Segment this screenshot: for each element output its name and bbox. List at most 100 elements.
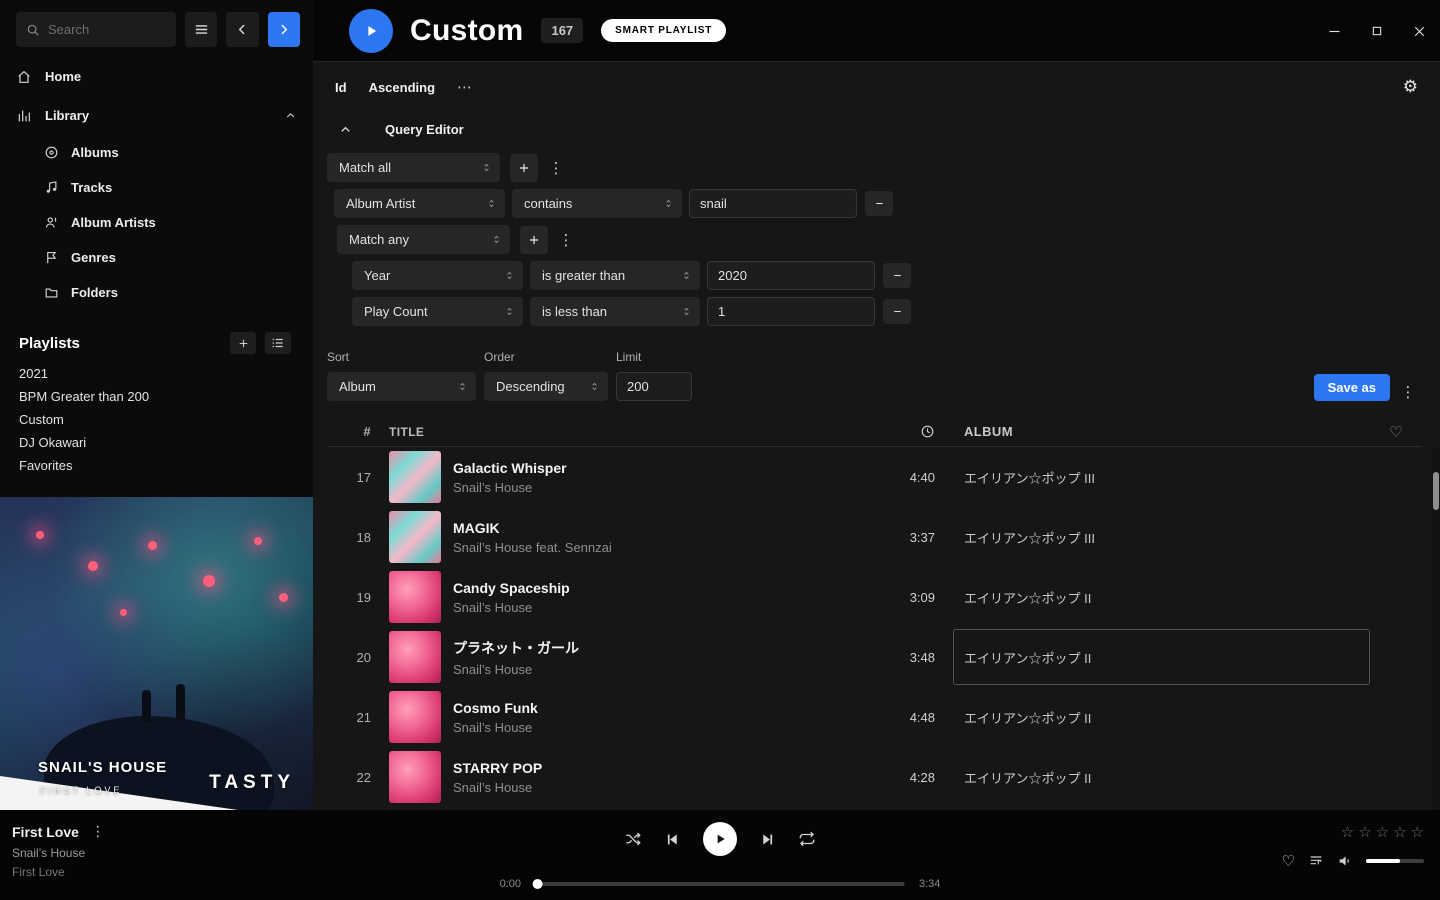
- group-menu-button[interactable]: ⋮: [558, 231, 574, 249]
- star-rating-5[interactable]: ☆: [1411, 823, 1424, 841]
- play-playlist-button[interactable]: [349, 9, 393, 53]
- table-row[interactable]: 17 Galactic Whisper Snail’s House 4:40 エ…: [327, 447, 1422, 507]
- rule-field-select[interactable]: Year: [352, 261, 523, 290]
- sort-field-button[interactable]: Id: [335, 80, 347, 95]
- star-rating-2[interactable]: ☆: [1358, 823, 1371, 841]
- previous-track-button[interactable]: [664, 831, 681, 848]
- table-row[interactable]: 18 MAGIK Snail’s House feat. Sennzai 3:3…: [327, 507, 1422, 567]
- collapse-query-editor-button[interactable]: [333, 118, 357, 140]
- rule-operator-select[interactable]: contains: [512, 189, 682, 218]
- library-icon: [16, 108, 32, 124]
- now-playing-artist[interactable]: Snail’s House: [12, 846, 105, 860]
- group-match-type-select[interactable]: Match any: [337, 225, 510, 254]
- table-row[interactable]: 20 プラネット・ガール Snail’s House 3:48 エイリアン☆ポッ…: [327, 627, 1422, 687]
- queue-icon[interactable]: [1308, 853, 1324, 869]
- column-header-duration[interactable]: [875, 424, 935, 439]
- now-playing-cover-art[interactable]: SNAIL'S HOUSE FIRST LOVE TASTY: [0, 497, 313, 810]
- seek-bar[interactable]: [535, 882, 905, 886]
- track-album-cell: エイリアン☆ポップ II: [953, 569, 1370, 625]
- sidebar-item-home[interactable]: Home: [0, 57, 313, 96]
- sidebar-item-album-artists[interactable]: Album Artists: [44, 205, 313, 240]
- play-pause-button[interactable]: [703, 822, 737, 856]
- chevron-left-icon: [235, 22, 250, 37]
- sidebar-item-folders[interactable]: Folders: [44, 275, 313, 310]
- rule-value-input[interactable]: [689, 189, 857, 218]
- add-playlist-button[interactable]: [230, 332, 256, 354]
- playlist-list-options-button[interactable]: [265, 332, 291, 354]
- window-maximize-button[interactable]: [1369, 23, 1385, 39]
- column-header-title[interactable]: TITLE: [389, 425, 875, 439]
- save-as-button[interactable]: Save as: [1314, 374, 1390, 401]
- table-row[interactable]: 22 STARRY POP Snail’s House 4:28 エイリアン☆ポ…: [327, 747, 1422, 807]
- rule-operator-select[interactable]: is greater than: [530, 261, 700, 290]
- nav-forward-button[interactable]: [268, 12, 300, 47]
- chevron-updown-icon: [681, 305, 692, 318]
- favorite-button[interactable]: ♡: [1282, 852, 1295, 870]
- search-input[interactable]: [48, 22, 166, 37]
- rule-field-select[interactable]: Album Artist: [334, 189, 505, 218]
- now-playing-menu-button[interactable]: ⋮: [91, 824, 105, 840]
- sort-group: Sort Album: [327, 350, 476, 401]
- now-playing-title[interactable]: First Love: [12, 824, 79, 840]
- sort-direction-button[interactable]: Ascending: [369, 80, 435, 95]
- star-rating-4[interactable]: ☆: [1393, 823, 1406, 841]
- rule-operator-select[interactable]: is less than: [530, 297, 700, 326]
- match-type-value: Match all: [339, 160, 391, 175]
- next-track-button[interactable]: [759, 831, 776, 848]
- table-scrollbar[interactable]: [1432, 447, 1440, 810]
- chevron-up-icon[interactable]: [284, 109, 297, 122]
- track-title-cell: STARRY POP Snail’s House: [389, 751, 875, 803]
- menu-button[interactable]: [185, 12, 217, 47]
- save-menu-button[interactable]: ⋮: [1400, 383, 1416, 401]
- order-select[interactable]: Descending: [484, 372, 608, 401]
- sidebar-home-label: Home: [45, 69, 81, 84]
- column-header-index[interactable]: #: [327, 424, 371, 439]
- volume-slider[interactable]: [1366, 859, 1424, 863]
- skip-previous-icon: [664, 831, 681, 848]
- track-title: プラネット・ガール: [453, 638, 579, 658]
- remove-rule-button[interactable]: [883, 263, 911, 288]
- playlist-item[interactable]: DJ Okawari: [0, 431, 313, 454]
- search-box[interactable]: [16, 12, 176, 47]
- window-minimize-button[interactable]: [1326, 23, 1343, 40]
- table-row[interactable]: 19 Candy Spaceship Snail’s House 3:09 エイ…: [327, 567, 1422, 627]
- limit-input[interactable]: [616, 372, 692, 401]
- rule-value-input[interactable]: [707, 261, 875, 290]
- more-options-button[interactable]: ⋯: [457, 78, 472, 96]
- shuffle-button[interactable]: [624, 830, 642, 848]
- sidebar-item-albums[interactable]: Albums: [44, 135, 313, 170]
- playlist-item[interactable]: Favorites: [0, 454, 313, 477]
- match-type-select[interactable]: Match all: [327, 153, 500, 182]
- settings-gear-button[interactable]: ⚙: [1403, 77, 1418, 97]
- minus-icon: [891, 269, 904, 282]
- window-close-button[interactable]: [1411, 23, 1428, 40]
- playlist-item[interactable]: 2021: [0, 362, 313, 385]
- column-header-favorite[interactable]: ♡: [1370, 423, 1422, 441]
- add-rule-button[interactable]: [510, 154, 538, 182]
- seek-bar-knob[interactable]: [533, 879, 543, 889]
- add-group-rule-button[interactable]: [520, 226, 548, 254]
- scrollbar-thumb[interactable]: [1433, 472, 1439, 510]
- sidebar-item-genres[interactable]: Genres: [44, 240, 313, 275]
- repeat-button[interactable]: [798, 830, 816, 848]
- volume-icon[interactable]: [1337, 853, 1353, 869]
- nav-back-button[interactable]: [226, 12, 258, 47]
- now-playing-album[interactable]: First Love: [12, 865, 105, 879]
- star-rating-3[interactable]: ☆: [1376, 823, 1389, 841]
- remove-rule-button[interactable]: [865, 191, 893, 216]
- sidebar-item-tracks[interactable]: Tracks: [44, 170, 313, 205]
- rule-group-menu-button[interactable]: ⋮: [548, 159, 564, 177]
- track-title: Galactic Whisper: [453, 460, 567, 476]
- rule-value-input[interactable]: [707, 297, 875, 326]
- remove-rule-button[interactable]: [883, 299, 911, 324]
- track-album-cell-focused[interactable]: エイリアン☆ポップ II: [953, 629, 1370, 685]
- playlist-item[interactable]: BPM Greater than 200: [0, 385, 313, 408]
- sidebar-item-library[interactable]: Library: [0, 96, 313, 135]
- chevron-updown-icon: [491, 233, 502, 246]
- sort-select[interactable]: Album: [327, 372, 476, 401]
- star-rating-1[interactable]: ☆: [1341, 823, 1354, 841]
- table-row[interactable]: 21 Cosmo Funk Snail’s House 4:48 エイリアン☆ポ…: [327, 687, 1422, 747]
- rule-field-select[interactable]: Play Count: [352, 297, 523, 326]
- playlist-item[interactable]: Custom: [0, 408, 313, 431]
- track-title-cell: MAGIK Snail’s House feat. Sennzai: [389, 511, 875, 563]
